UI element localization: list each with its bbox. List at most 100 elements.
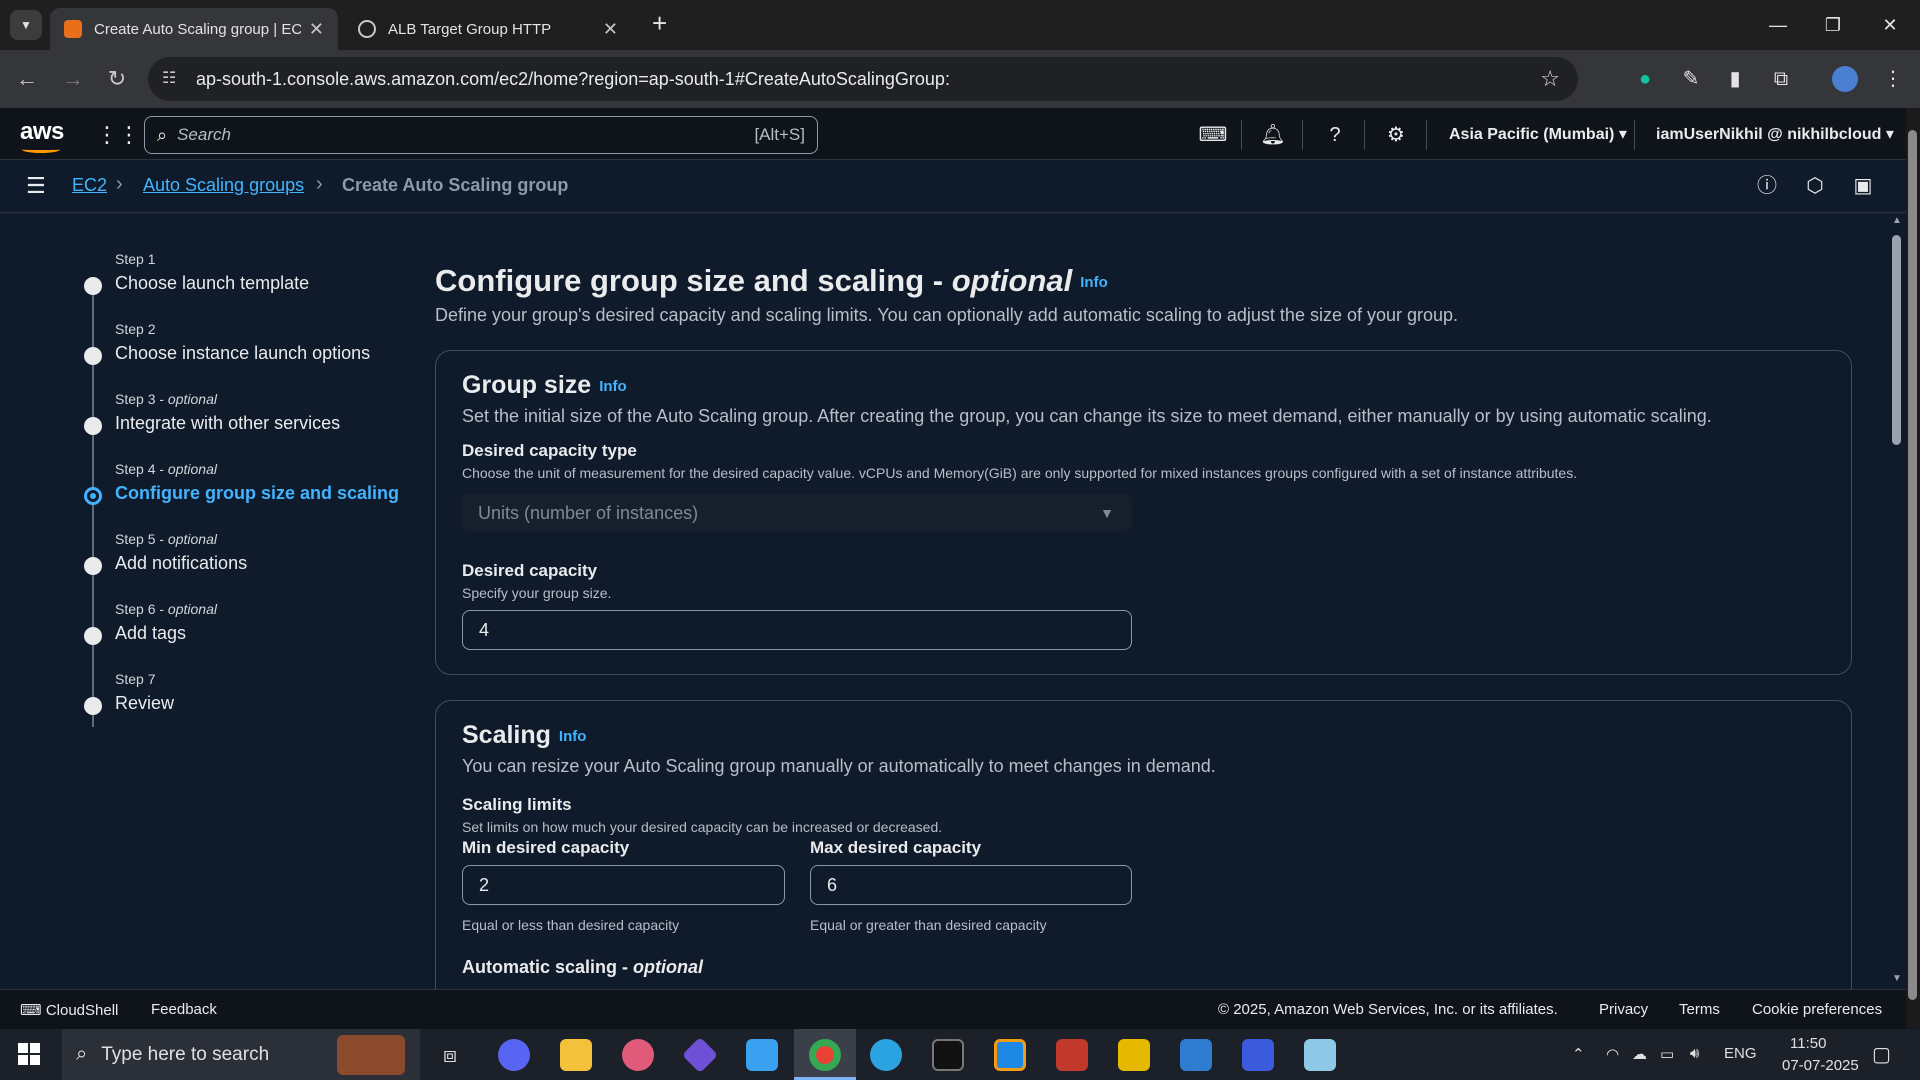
- search-icon: ⌕: [157, 124, 168, 145]
- snipping-tool-icon[interactable]: [1056, 1039, 1088, 1071]
- forward-icon[interactable]: →: [58, 64, 88, 94]
- paint-icon[interactable]: [622, 1039, 654, 1071]
- remote-desktop-icon[interactable]: [1180, 1039, 1212, 1071]
- info-link[interactable]: Info: [599, 378, 627, 395]
- step-label: Integrate with other services: [115, 413, 341, 433]
- close-tab-icon[interactable]: ✕: [603, 19, 618, 40]
- reload-icon[interactable]: ↻: [102, 64, 132, 94]
- cloudshell-link[interactable]: ⌨ CloudShell: [20, 1001, 118, 1019]
- copilot-icon[interactable]: [746, 1039, 778, 1071]
- git-icon[interactable]: [681, 1036, 719, 1074]
- step-number: Step 3 - optional: [115, 391, 217, 407]
- new-tab-button[interactable]: +: [652, 8, 667, 39]
- min-capacity-input[interactable]: 2: [462, 865, 785, 905]
- cloudshell-icon[interactable]: ⌨: [1198, 120, 1228, 150]
- tutorial-icon[interactable]: ⬡: [1800, 171, 1830, 201]
- chrome-icon[interactable]: [809, 1039, 841, 1071]
- taskbar-search-placeholder: Type here to search: [101, 1043, 270, 1065]
- close-tab-icon[interactable]: ✕: [309, 19, 324, 40]
- grammarly-extension-icon[interactable]: ●: [1630, 64, 1660, 94]
- minimize-icon[interactable]: —: [1758, 10, 1798, 40]
- breadcrumb-ec2[interactable]: EC2: [72, 175, 107, 196]
- page-description: Define your group's desired capacity and…: [435, 305, 1459, 325]
- region-selector[interactable]: Asia Pacific (Mumbai) ▾: [1449, 124, 1627, 144]
- scroll-down-icon[interactable]: ▼: [1892, 973, 1902, 984]
- volume-icon[interactable]: 🔊︎: [1690, 1045, 1699, 1062]
- max-capacity-input[interactable]: 6: [810, 865, 1132, 905]
- notifications-icon[interactable]: ▢: [1872, 1042, 1891, 1067]
- telegram-icon[interactable]: [870, 1039, 902, 1071]
- desired-capacity-input[interactable]: 4: [462, 610, 1132, 650]
- system-app-icon[interactable]: [1242, 1039, 1274, 1071]
- scrollbar-thumb[interactable]: [1908, 130, 1917, 1000]
- notifications-panel-icon[interactable]: ▣: [1848, 171, 1878, 201]
- task-view-icon[interactable]: ⧈: [434, 1039, 466, 1071]
- step-number: Step 2: [115, 321, 156, 337]
- desired-capacity-description: Specify your group size.: [462, 585, 612, 601]
- divider: [1426, 120, 1427, 150]
- settings-gear-icon[interactable]: ⚙: [1381, 120, 1411, 150]
- network-tool-icon[interactable]: [1118, 1039, 1150, 1071]
- reader-extension-icon[interactable]: ▮: [1720, 64, 1750, 94]
- feedback-link[interactable]: Feedback: [151, 1001, 217, 1018]
- group-size-heading: Group size Info: [462, 371, 627, 399]
- restore-icon[interactable]: ❐: [1813, 10, 1853, 40]
- terminal-icon[interactable]: [932, 1039, 964, 1071]
- tab-search-button[interactable]: ▼: [10, 10, 42, 40]
- wifi-icon[interactable]: ◠: [1606, 1045, 1619, 1063]
- back-icon[interactable]: ←: [12, 64, 42, 94]
- browser-toolbar: ← → ↻ ☷ ap-south-1.console.aws.amazon.co…: [0, 50, 1920, 108]
- network-icon[interactable]: ☁: [1632, 1045, 1647, 1063]
- browser-tab-alb[interactable]: ALB Target Group HTTP ✕: [344, 8, 632, 50]
- account-menu[interactable]: iamUserNikhil @ nikhilbcloud ▾: [1656, 124, 1894, 144]
- breadcrumb-auto-scaling-groups[interactable]: Auto Scaling groups: [143, 175, 304, 196]
- browser-menu-icon[interactable]: ⋮: [1878, 64, 1908, 94]
- step-label: Add notifications: [115, 553, 248, 573]
- windows-start-icon[interactable]: [18, 1043, 40, 1065]
- notifications-bell-icon[interactable]: 🔔︎: [1258, 120, 1288, 150]
- show-hidden-icons-icon[interactable]: ⌃: [1572, 1045, 1585, 1063]
- address-bar[interactable]: ☷ ap-south-1.console.aws.amazon.com/ec2/…: [148, 57, 1578, 101]
- hamburger-menu-icon[interactable]: ☰: [26, 173, 46, 199]
- file-explorer-icon[interactable]: [560, 1039, 592, 1071]
- divider: [1634, 120, 1635, 150]
- extensions-puzzle-icon[interactable]: ⧉: [1766, 64, 1796, 94]
- bookmark-star-icon[interactable]: ☆: [1540, 66, 1560, 92]
- close-window-icon[interactable]: ✕: [1870, 10, 1910, 40]
- battery-icon[interactable]: ▭: [1660, 1045, 1674, 1063]
- virtualbox-icon[interactable]: [994, 1039, 1026, 1071]
- help-icon[interactable]: ?: [1320, 120, 1350, 150]
- aws-logo[interactable]: aws: [20, 118, 64, 153]
- clock-time[interactable]: 11:50: [1790, 1035, 1826, 1052]
- step-label: Choose launch template: [115, 273, 310, 293]
- discord-icon[interactable]: [498, 1039, 530, 1071]
- capacity-type-select[interactable]: Units (number of instances) ▼: [462, 494, 1132, 532]
- site-info-icon[interactable]: ☷: [162, 68, 176, 88]
- info-panel-icon[interactable]: ⓘ: [1752, 171, 1782, 201]
- browser-tab-create-asg[interactable]: Create Auto Scaling group | EC2 ✕: [50, 8, 338, 50]
- divider: [1302, 120, 1303, 150]
- search-input[interactable]: ⌕ Search [Alt+S]: [144, 116, 818, 154]
- info-link[interactable]: Info: [559, 728, 587, 745]
- scrollbar-thumb[interactable]: [1892, 235, 1901, 445]
- notepad-icon[interactable]: [1304, 1039, 1336, 1071]
- info-link[interactable]: Info: [1080, 274, 1108, 291]
- group-size-panel: Group size Info Set the initial size of t…: [435, 350, 1852, 675]
- cookie-preferences-link[interactable]: Cookie preferences: [1752, 1001, 1882, 1018]
- divider: [1364, 120, 1365, 150]
- page-scrollbar[interactable]: ▲ ▼: [1888, 213, 1906, 989]
- step-number: Step 1: [115, 251, 156, 267]
- terms-link[interactable]: Terms: [1679, 1001, 1720, 1018]
- scroll-up-icon[interactable]: ▲: [1892, 215, 1902, 226]
- services-grid-icon[interactable]: ⋮⋮⋮: [96, 120, 162, 150]
- step-label: Review: [115, 693, 175, 713]
- clock-date[interactable]: 07-07-2025: [1782, 1057, 1859, 1074]
- taskbar-search-input[interactable]: ⌕ Type here to search: [62, 1029, 420, 1080]
- privacy-link[interactable]: Privacy: [1599, 1001, 1648, 1018]
- pen-extension-icon[interactable]: ✎: [1676, 64, 1706, 94]
- browser-scrollbar[interactable]: [1906, 108, 1920, 1028]
- step-number: Step 7: [115, 671, 156, 687]
- language-indicator[interactable]: ENG: [1724, 1045, 1757, 1062]
- copyright-text: © 2025, Amazon Web Services, Inc. or its…: [1218, 1001, 1558, 1018]
- profile-avatar[interactable]: [1832, 66, 1858, 92]
